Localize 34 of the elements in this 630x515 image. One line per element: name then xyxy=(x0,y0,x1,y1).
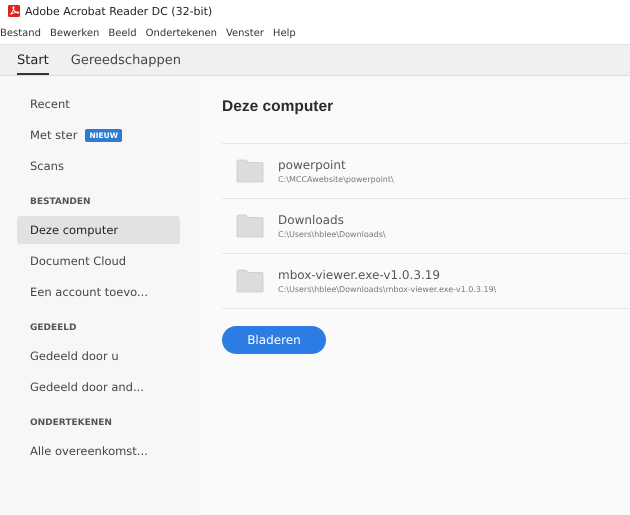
section-header: GEDEELD xyxy=(29,322,78,335)
menu-item[interactable]: Bewerken xyxy=(50,28,100,38)
folder-row[interactable]: Downloads C:\Users\hblee\Downloads\ xyxy=(222,199,630,254)
section-header: BESTANDEN xyxy=(29,196,92,209)
sidebar-item[interactable]: Deze computer xyxy=(17,216,180,244)
sidebar-item[interactable]: Recent xyxy=(17,90,180,118)
page-heading: Deze computer xyxy=(222,97,334,117)
browse-button[interactable]: Bladeren xyxy=(222,326,326,354)
tab[interactable]: Gereedschappen xyxy=(70,53,182,75)
sidebar-item[interactable]: Alle overeenkomst... xyxy=(17,437,180,465)
folder-name: powerpoint xyxy=(278,158,347,172)
folder-row[interactable]: powerpoint C:\MCCAwebsite\powerpoint\ xyxy=(222,144,630,199)
folder-icon xyxy=(236,214,264,238)
sidebar-item[interactable]: Scans xyxy=(17,152,180,180)
folder-path: C:\Users\hblee\Downloads\ xyxy=(278,230,386,239)
sidebar-item[interactable]: Gedeeld door and... xyxy=(17,373,180,401)
folder-icon xyxy=(236,269,264,293)
section-header: ONDERTEKENEN xyxy=(29,417,113,430)
folder-name: Downloads xyxy=(278,213,345,227)
app-logo-icon xyxy=(8,5,20,17)
folder-path: C:\Users\hblee\Downloads\mbox-viewer.exe-v1.0.3.19\ xyxy=(278,285,496,294)
sidebar-item[interactable]: Gedeeld door u xyxy=(17,342,180,370)
menu-item[interactable]: Bestand xyxy=(0,28,41,38)
sidebar-item[interactable]: Document Cloud xyxy=(17,247,180,275)
window-title: Adobe Acrobat Reader DC (32-bit) xyxy=(25,4,212,18)
menu-item[interactable]: Beeld xyxy=(108,28,137,38)
menu-item[interactable]: Help xyxy=(272,28,296,38)
folder-icon xyxy=(236,159,264,183)
folder-name: mbox-viewer.exe-v1.0.3.19 xyxy=(278,268,442,282)
sidebar-item[interactable]: Een account toevo... xyxy=(17,278,180,306)
folder-path: C:\MCCAwebsite\powerpoint\ xyxy=(278,175,394,184)
menu-item[interactable]: Venster xyxy=(226,28,264,38)
menu-item[interactable]: Ondertekenen xyxy=(146,28,217,38)
folder-row[interactable]: mbox-viewer.exe-v1.0.3.19 C:\Users\hblee\Downloads\mbox-viewer.exe-v1.0.3.19\ xyxy=(222,254,630,309)
